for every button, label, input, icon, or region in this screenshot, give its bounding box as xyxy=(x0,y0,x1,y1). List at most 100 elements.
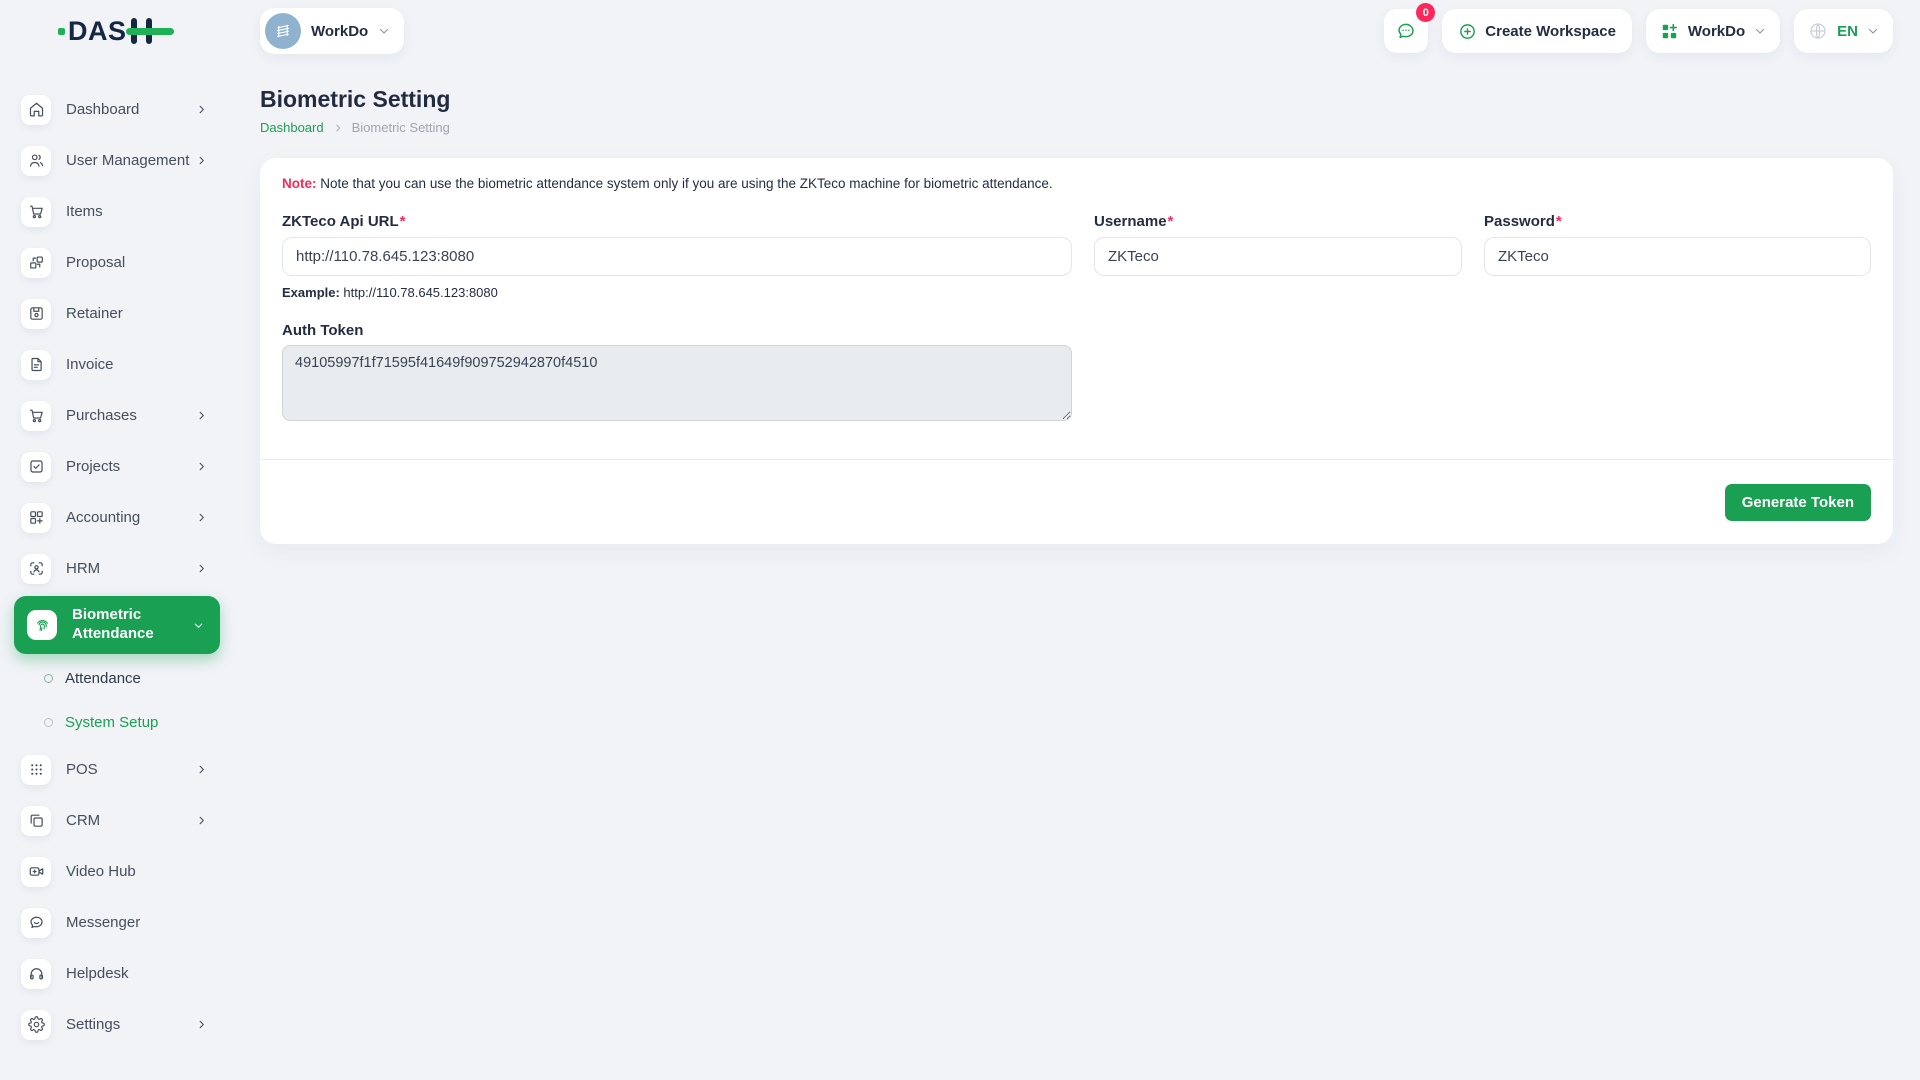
sidebar-item-video-hub[interactable]: Video Hub xyxy=(0,846,233,897)
company-dropdown[interactable]: WorkDo xyxy=(1646,9,1780,53)
sidebar-item-messenger[interactable]: Messenger xyxy=(0,897,233,948)
video-camera-icon xyxy=(21,857,51,887)
copy-frame-icon xyxy=(21,806,51,836)
sidebar-item-label: Projects xyxy=(66,458,120,475)
api-url-label: ZKTeco Api URL* xyxy=(282,213,406,230)
grid-dots-icon xyxy=(21,755,51,785)
globe-icon xyxy=(1808,21,1828,41)
sidebar-item-items[interactable]: Items xyxy=(0,186,233,237)
invoice-icon xyxy=(21,350,51,380)
note-label: Note: xyxy=(282,176,317,191)
username-input[interactable] xyxy=(1094,237,1462,276)
company-name: WorkDo xyxy=(1688,23,1745,40)
chevron-right-icon xyxy=(196,815,207,826)
sidebar-item-label: Helpdesk xyxy=(66,965,129,982)
sidebar-nav: Dashboard User Management Items xyxy=(0,84,233,1050)
sidebar-item-hrm[interactable]: HRM xyxy=(0,543,233,594)
chevron-down-icon xyxy=(378,25,390,37)
sidebar-item-label: Settings xyxy=(66,1016,120,1033)
sidebar-item-label: Accounting xyxy=(66,509,140,526)
auth-token-label: Auth Token xyxy=(282,322,363,339)
password-input[interactable] xyxy=(1484,237,1871,276)
sidebar-item-retainer[interactable]: Retainer xyxy=(0,288,233,339)
chevron-right-icon xyxy=(196,410,207,421)
sidebar-item-crm[interactable]: CRM xyxy=(0,795,233,846)
message-count-badge: 0 xyxy=(1416,3,1435,22)
language-selector[interactable]: EN xyxy=(1794,9,1893,53)
sidebar-item-settings[interactable]: Settings xyxy=(0,999,233,1050)
circle-icon xyxy=(44,674,53,683)
sidebar-item-label: Retainer xyxy=(66,305,123,322)
auth-token-field-group: Auth Token 49105997f1f71595f41649f909752… xyxy=(282,322,1871,421)
chevron-down-icon xyxy=(1754,25,1766,37)
sidebar: DAS Dashboard User Management xyxy=(0,0,233,1080)
messages-button[interactable]: 0 xyxy=(1384,9,1428,53)
required-asterisk: * xyxy=(1168,213,1174,230)
workspace-name: WorkDo xyxy=(311,23,368,40)
workspace-switcher[interactable]: WorkDo xyxy=(260,8,404,54)
sidebar-item-label: Items xyxy=(66,203,103,220)
sidebar-subitem-label: System Setup xyxy=(65,714,158,731)
chevron-right-icon xyxy=(196,1019,207,1030)
create-workspace-button[interactable]: Create Workspace xyxy=(1442,9,1632,53)
chevron-right-icon xyxy=(333,123,343,133)
chat-bubble-icon xyxy=(21,908,51,938)
app-root: DAS Dashboard User Management xyxy=(0,0,1920,1080)
headset-icon xyxy=(21,959,51,989)
logo-h-glyph xyxy=(129,18,161,44)
sidebar-item-dashboard[interactable]: Dashboard xyxy=(0,84,233,135)
logo-dot xyxy=(58,28,65,35)
sidebar-item-invoice[interactable]: Invoice xyxy=(0,339,233,390)
sidebar-subitem-attendance[interactable]: Attendance xyxy=(0,656,233,700)
logo-text: DAS xyxy=(68,18,127,45)
sidebar-item-label: User Management xyxy=(66,152,189,169)
language-code: EN xyxy=(1837,23,1858,40)
sidebar-item-projects[interactable]: Projects xyxy=(0,441,233,492)
circle-icon xyxy=(44,718,53,727)
sidebar-subitem-system-setup[interactable]: System Setup xyxy=(0,700,233,744)
password-field-group: Password* xyxy=(1484,213,1871,300)
generate-token-button[interactable]: Generate Token xyxy=(1725,484,1871,521)
password-label: Password* xyxy=(1484,213,1562,230)
biometric-setting-card: Note: Note that you can use the biometri… xyxy=(260,158,1893,544)
users-icon xyxy=(21,146,51,176)
sidebar-item-biometric-attendance[interactable]: Biometric Attendance xyxy=(14,596,220,654)
sidebar-item-label: Purchases xyxy=(66,407,137,424)
check-square-icon xyxy=(21,452,51,482)
sidebar-item-label: POS xyxy=(66,761,98,778)
topbar: WorkDo 0 Create Workspace xyxy=(233,0,1920,62)
sidebar-item-helpdesk[interactable]: Helpdesk xyxy=(0,948,233,999)
sidebar-item-proposal[interactable]: Proposal xyxy=(0,237,233,288)
sidebar-item-label: HRM xyxy=(66,560,100,577)
sidebar-item-label: Messenger xyxy=(66,914,140,931)
auth-token-textarea[interactable]: 49105997f1f71595f41649f909752942870f4510 xyxy=(282,345,1072,421)
sidebar-item-label: Proposal xyxy=(66,254,125,271)
sidebar-item-label: Invoice xyxy=(66,356,114,373)
page-title: Biometric Setting xyxy=(260,86,1893,113)
sidebar-item-purchases[interactable]: Purchases xyxy=(0,390,233,441)
chevron-down-icon xyxy=(193,620,204,631)
chat-bubble-icon xyxy=(1395,20,1417,42)
chevron-right-icon xyxy=(196,563,207,574)
sidebar-subitem-label: Attendance xyxy=(65,670,141,687)
dash-logo[interactable]: DAS xyxy=(58,18,161,45)
required-asterisk: * xyxy=(1556,213,1562,230)
sidebar-item-label: Biometric Attendance xyxy=(72,606,182,644)
retainer-icon xyxy=(21,299,51,329)
required-asterisk: * xyxy=(400,213,406,230)
chevron-right-icon xyxy=(196,764,207,775)
api-url-example: Example: http://110.78.645.123:8080 xyxy=(282,285,1072,300)
sidebar-item-accounting[interactable]: Accounting xyxy=(0,492,233,543)
breadcrumb-dashboard-link[interactable]: Dashboard xyxy=(260,120,324,135)
chevron-down-icon xyxy=(1867,25,1879,37)
proposal-icon xyxy=(21,248,51,278)
cart-icon xyxy=(21,197,51,227)
create-workspace-label: Create Workspace xyxy=(1485,23,1616,40)
sidebar-item-pos[interactable]: POS xyxy=(0,744,233,795)
api-url-field-group: ZKTeco Api URL* Example: http://110.78.6… xyxy=(282,213,1072,300)
sidebar-item-user-management[interactable]: User Management xyxy=(0,135,233,186)
home-icon xyxy=(21,95,51,125)
api-url-input[interactable] xyxy=(282,237,1072,276)
breadcrumb-current: Biometric Setting xyxy=(352,120,450,135)
workspace-avatar xyxy=(265,13,301,49)
